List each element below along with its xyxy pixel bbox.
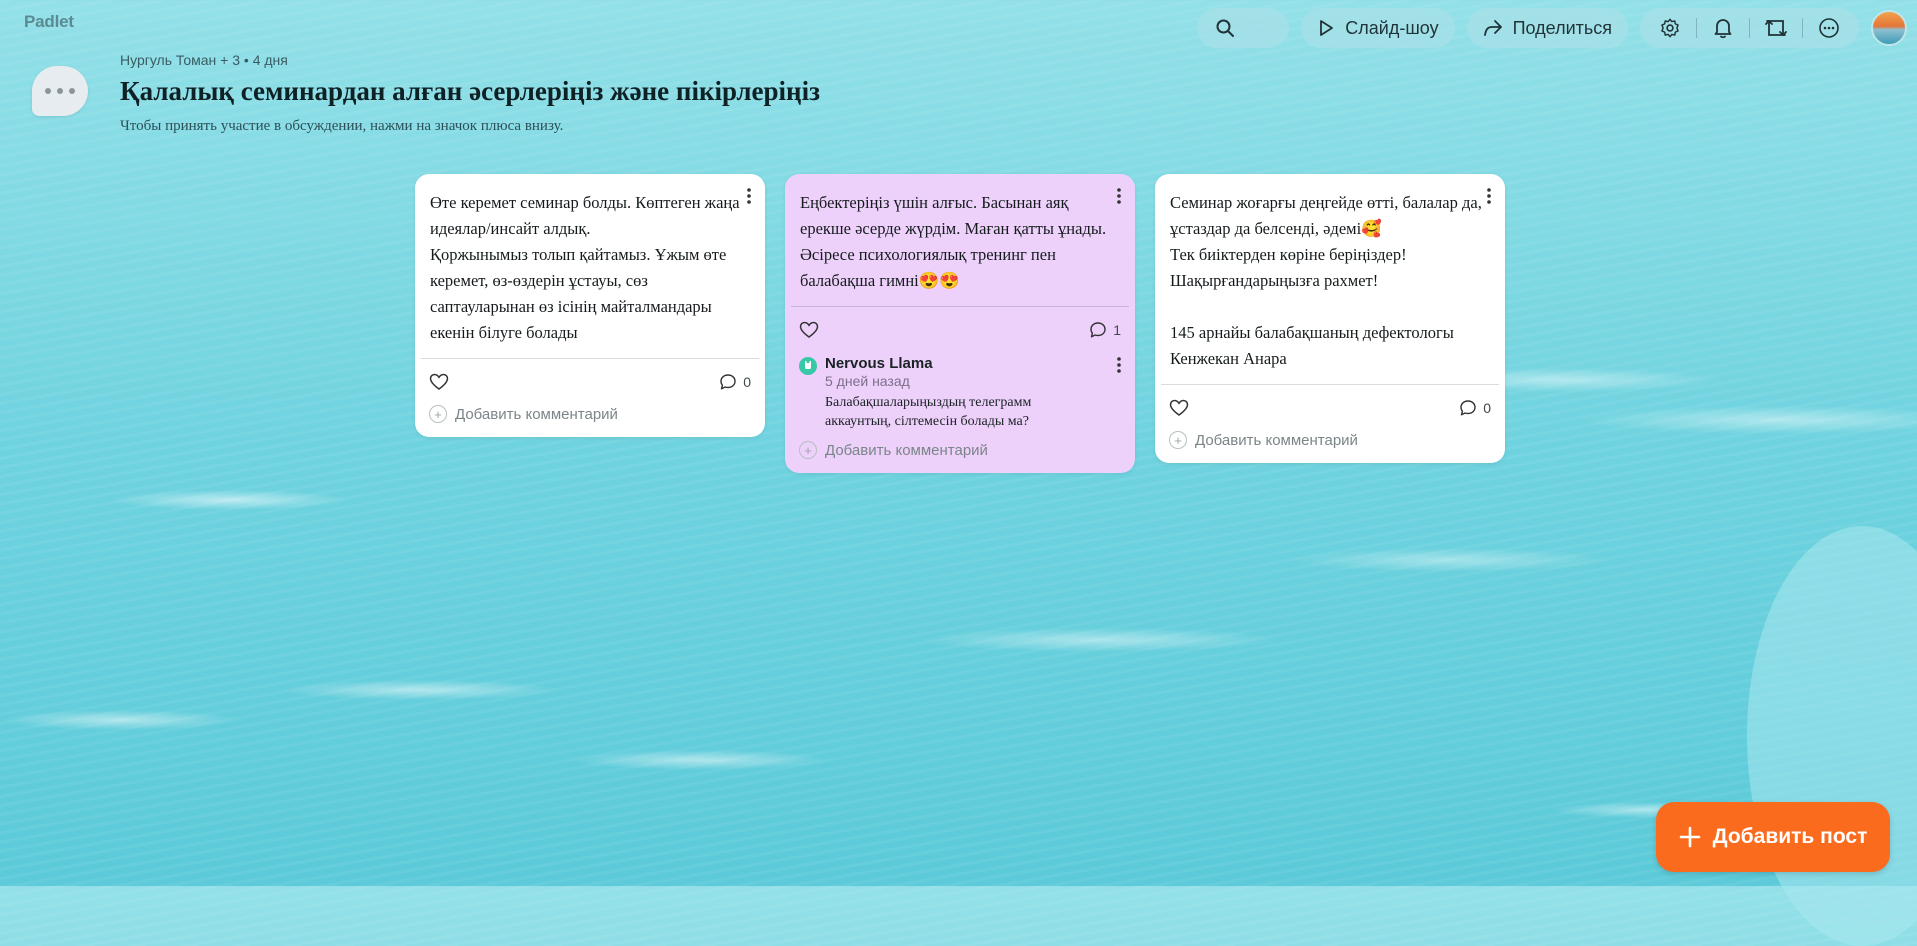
commenter-avatar <box>799 357 817 375</box>
add-comment-label: Добавить комментарий <box>455 405 618 423</box>
add-comment-label: Добавить комментарий <box>825 441 988 459</box>
post-card[interactable]: Өте керемет семинар болды. Көптеген жаңа… <box>415 174 765 437</box>
notifications-button[interactable] <box>1701 8 1745 48</box>
background-decoration <box>1747 526 1917 946</box>
heart-icon[interactable] <box>1169 399 1189 417</box>
post-text: Өте керемет семинар болды. Көптеген жаңа… <box>430 193 740 342</box>
comment-author: Nervous Llama <box>825 355 933 372</box>
toolbar-divider <box>1802 18 1803 38</box>
remake-button[interactable] <box>1754 8 1798 48</box>
comment-time: 5 дней назад <box>825 373 910 389</box>
plus-icon: + <box>1169 431 1187 449</box>
add-post-button[interactable]: Добавить пост <box>1656 802 1890 872</box>
share-icon <box>1483 20 1502 36</box>
kebab-menu-icon[interactable] <box>1115 355 1123 375</box>
comment-count-button[interactable]: 0 <box>1459 399 1491 417</box>
search-button[interactable] <box>1197 8 1290 48</box>
comment-text: Балабақшаларыңыздың телеграмм аккаунтың,… <box>825 395 1032 429</box>
kebab-menu-icon[interactable] <box>745 186 753 206</box>
comment-count: 0 <box>743 374 751 390</box>
share-button[interactable]: Поделиться <box>1466 8 1628 48</box>
bell-icon <box>1714 19 1732 39</box>
comment-count-button[interactable]: 0 <box>719 373 751 391</box>
comment-count: 0 <box>1483 400 1491 416</box>
page-subtitle: Чтобы принять участие в обсуждении, нажм… <box>120 118 564 134</box>
slideshow-button[interactable]: Слайд-шоу <box>1301 8 1455 48</box>
plus-icon <box>1679 826 1700 848</box>
post-card[interactable]: Семинар жоғарғы деңгейде өтті, балалар д… <box>1155 174 1505 463</box>
board-meta[interactable]: Нургуль Томан + 3 • 4 дня <box>120 52 288 68</box>
comment-icon <box>1090 322 1106 338</box>
plus-icon: + <box>799 441 817 459</box>
toolbar-divider <box>1749 18 1750 38</box>
post-text: Еңбектеріңіз үшін алғыс. Басынан аяқ ере… <box>800 193 1107 290</box>
reactions-row: 0 <box>415 359 765 395</box>
toolbar-divider <box>1696 18 1697 38</box>
more-icon <box>1819 18 1839 38</box>
reactions-row: 0 <box>1155 385 1505 421</box>
heart-icon[interactable] <box>429 373 449 391</box>
share-label: Поделиться <box>1512 17 1612 38</box>
page-title: Қалалық семинардан алған әсерлеріңіз жән… <box>120 76 820 106</box>
add-post-label: Добавить пост <box>1712 825 1868 848</box>
post-card[interactable]: Еңбектеріңіз үшін алғыс. Басынан аяқ ере… <box>785 174 1135 473</box>
toolbar-icon-group <box>1640 8 1859 48</box>
slideshow-label: Слайд-шоу <box>1345 17 1439 38</box>
board-icon <box>32 66 88 116</box>
add-comment-button[interactable]: + Добавить комментарий <box>785 431 1135 473</box>
add-comment-label: Добавить комментарий <box>1195 431 1358 449</box>
llama-icon <box>805 361 811 369</box>
heart-icon[interactable] <box>799 321 819 339</box>
comment-count: 1 <box>1113 322 1121 338</box>
more-button[interactable] <box>1807 8 1851 48</box>
add-comment-button[interactable]: + Добавить комментарий <box>1155 421 1505 463</box>
kebab-menu-icon[interactable] <box>1485 186 1493 206</box>
padlet-logo[interactable]: Padlet <box>24 12 74 32</box>
remake-icon <box>1765 20 1787 36</box>
reactions-row: 1 <box>785 307 1135 343</box>
top-toolbar: Слайд-шоу Поделиться <box>1197 8 1907 48</box>
plus-icon: + <box>429 405 447 423</box>
search-icon <box>1216 19 1235 37</box>
post-text: Семинар жоғарғы деңгейде өтті, балалар д… <box>1170 193 1482 368</box>
user-avatar[interactable] <box>1871 10 1907 46</box>
add-comment-button[interactable]: + Добавить комментарий <box>415 395 765 437</box>
play-icon <box>1320 20 1334 36</box>
settings-button[interactable] <box>1648 8 1692 48</box>
comment-item: Nervous Llama 5 дней назад Балабақшалары… <box>785 343 1135 431</box>
gear-icon <box>1661 18 1679 38</box>
comment-content: Nervous Llama 5 дней назад Балабақшалары… <box>825 355 1065 431</box>
comment-count-button[interactable]: 1 <box>1089 321 1121 339</box>
kebab-menu-icon[interactable] <box>1115 186 1123 206</box>
comment-icon <box>720 374 736 390</box>
comment-icon <box>1460 400 1476 416</box>
